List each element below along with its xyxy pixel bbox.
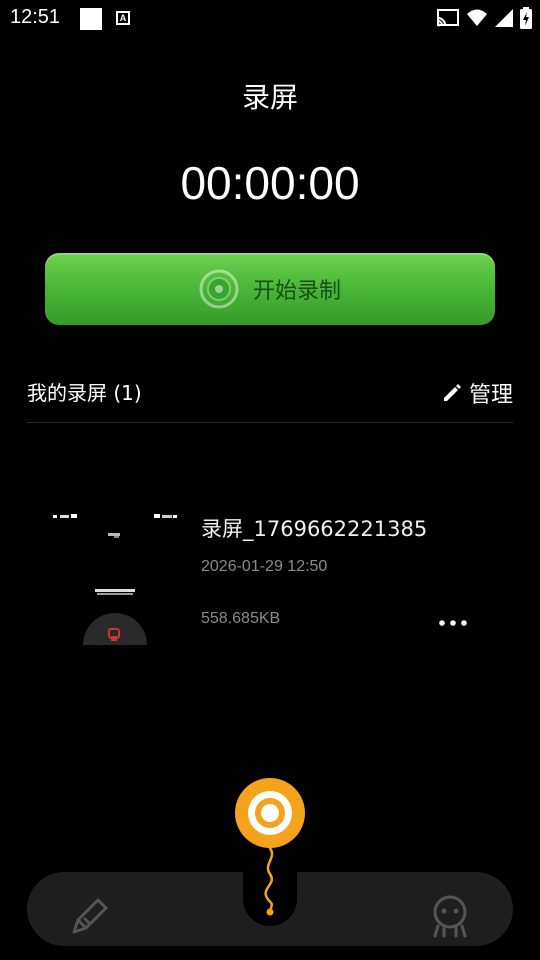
edit-icon: [443, 384, 461, 401]
manage-label: 管理: [468, 383, 513, 408]
more-options-icon[interactable]: [435, 611, 471, 635]
brush-icon[interactable]: [70, 896, 110, 936]
recording-name: 录屏_1769662221385: [201, 517, 428, 541]
recording-date: 2026-01-29 12:50: [201, 558, 328, 575]
battery-icon: [520, 7, 532, 29]
start-recording-button[interactable]: 开始录制: [45, 253, 495, 325]
page-title: 录屏: [241, 81, 298, 114]
recording-thumbnail[interactable]: [47, 509, 187, 645]
notification-icon: [80, 8, 102, 30]
signal-icon: [495, 9, 513, 27]
wifi-icon: [467, 9, 487, 26]
divider: [27, 422, 513, 423]
my-recordings-title: 我的录屏 (1): [27, 381, 142, 405]
fuse-decoration-icon: [264, 846, 274, 916]
floating-record-button[interactable]: [235, 778, 305, 848]
status-time: 12:51: [10, 6, 61, 28]
font-a-icon: A: [116, 11, 130, 25]
recording-size: 558.685KB: [201, 610, 281, 627]
status-bar: 12:51 A: [0, 0, 540, 36]
robot-profile-icon[interactable]: [430, 892, 470, 938]
start-recording-label: 开始录制: [252, 279, 341, 304]
recording-item[interactable]: 录屏_1769662221385 2026-01-29 12:50 558.68…: [27, 495, 513, 655]
recording-timer: 00:00:00: [180, 157, 360, 209]
status-icons: [436, 6, 532, 30]
record-icon: [199, 269, 239, 309]
manage-button[interactable]: 管理: [441, 377, 513, 409]
cast-icon: [437, 9, 459, 27]
record-target-icon: [248, 791, 292, 835]
